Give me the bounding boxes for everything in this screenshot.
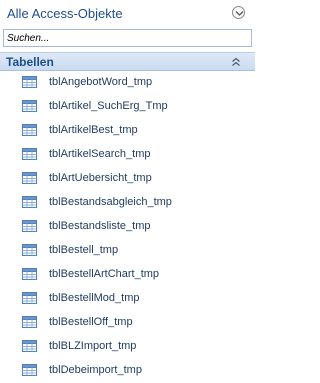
table-icon bbox=[22, 292, 37, 304]
table-icon bbox=[22, 100, 37, 112]
group-label: Tabellen bbox=[6, 55, 54, 69]
table-icon bbox=[22, 220, 37, 232]
table-list: tblAngebotWord_tmp tblArtikel_SuchErg_Tmp… bbox=[0, 71, 255, 383]
search-box bbox=[3, 29, 252, 47]
list-item[interactable]: tblArtUebersicht_tmp bbox=[0, 167, 255, 191]
table-icon bbox=[22, 244, 37, 256]
list-item-label: tblBestandsabgleich_tmp bbox=[49, 196, 172, 208]
list-item-label: tblBLZImport_tmp bbox=[49, 340, 137, 352]
list-item[interactable]: tblBestandsabgleich_tmp bbox=[0, 191, 255, 215]
table-icon bbox=[22, 196, 37, 208]
list-item-label: tblBestellArtChart_tmp bbox=[49, 268, 160, 280]
double-chevron-up-icon[interactable] bbox=[231, 57, 241, 67]
table-icon bbox=[22, 124, 37, 136]
list-item[interactable]: tblDebeimport_tmp bbox=[0, 359, 255, 383]
table-icon bbox=[22, 172, 37, 184]
table-icon bbox=[22, 364, 37, 376]
list-item[interactable]: tblArtikel_SuchErg_Tmp bbox=[0, 95, 255, 119]
search-input[interactable] bbox=[5, 31, 250, 45]
list-item-label: tblArtikelSearch_tmp bbox=[49, 148, 151, 160]
chevron-down-circle-icon[interactable] bbox=[232, 6, 245, 19]
list-item[interactable]: tblBestellOff_tmp bbox=[0, 311, 255, 335]
list-item-label: tblBestellOff_tmp bbox=[49, 316, 133, 328]
table-icon bbox=[22, 268, 37, 280]
list-item-label: tblBestell_tmp bbox=[49, 244, 119, 256]
list-item[interactable]: tblBestellMod_tmp bbox=[0, 287, 255, 311]
pane-title[interactable]: Alle Access-Objekte bbox=[7, 6, 123, 21]
list-item-label: tblArtikel_SuchErg_Tmp bbox=[49, 100, 168, 112]
list-item[interactable]: tblBestell_tmp bbox=[0, 239, 255, 263]
group-header-tabellen[interactable]: Tabellen bbox=[0, 52, 255, 71]
table-icon bbox=[22, 316, 37, 328]
table-icon bbox=[22, 76, 37, 88]
list-item[interactable]: tblBLZImport_tmp bbox=[0, 335, 255, 359]
list-item[interactable]: tblArtikelSearch_tmp bbox=[0, 143, 255, 167]
list-item-label: tblAngebotWord_tmp bbox=[49, 76, 153, 88]
list-item[interactable]: tblBestandsliste_tmp bbox=[0, 215, 255, 239]
list-item[interactable]: tblBestellArtChart_tmp bbox=[0, 263, 255, 287]
navigation-pane: Alle Access-Objekte Tabellen tblAngebotW… bbox=[0, 0, 255, 383]
list-item-label: tblBestandsliste_tmp bbox=[49, 220, 151, 232]
list-item-label: tblDebeimport_tmp bbox=[49, 364, 142, 376]
table-icon bbox=[22, 148, 37, 160]
table-icon bbox=[22, 340, 37, 352]
list-item-label: tblArtUebersicht_tmp bbox=[49, 172, 152, 184]
list-item-label: tblArtikelBest_tmp bbox=[49, 124, 138, 136]
pane-header[interactable]: Alle Access-Objekte bbox=[0, 0, 255, 28]
list-item-label: tblBestellMod_tmp bbox=[49, 292, 140, 304]
list-item[interactable]: tblArtikelBest_tmp bbox=[0, 119, 255, 143]
list-item[interactable]: tblAngebotWord_tmp bbox=[0, 71, 255, 95]
